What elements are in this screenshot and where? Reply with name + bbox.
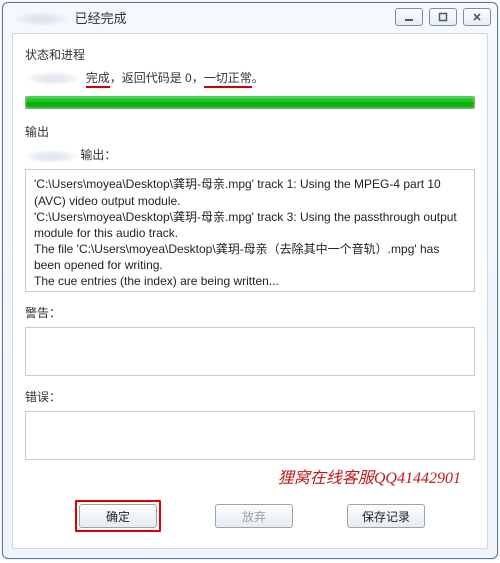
- status-obscured: [27, 72, 79, 85]
- title-obscured: [15, 12, 69, 26]
- client-area: 状态和进程 完成，返回代码是 0，一切正常。 输出 输出： 'C:\Users\…: [12, 33, 488, 549]
- close-button[interactable]: [463, 8, 491, 26]
- save-log-button-label: 保存记录: [362, 508, 410, 525]
- warn-textarea[interactable]: [25, 327, 475, 376]
- watermark-text: 狸窝在线客服QQ41442901: [25, 460, 475, 488]
- titlebar: 已经完成: [3, 3, 497, 31]
- warn-section-label: 警告：: [25, 304, 475, 321]
- button-row: 确定 放弃 保存记录: [25, 488, 475, 536]
- output-head-suffix: 输出：: [77, 148, 116, 162]
- output-head-obscured: [25, 150, 77, 163]
- status-tail: 。: [252, 71, 264, 85]
- status-done: 完成: [86, 71, 110, 88]
- maximize-icon: [438, 12, 448, 22]
- minimize-button[interactable]: [395, 8, 423, 26]
- status-ok: 一切正常: [204, 71, 252, 88]
- output-section-label: 输出: [25, 123, 475, 140]
- err-section-label: 错误：: [25, 388, 475, 405]
- maximize-button[interactable]: [429, 8, 457, 26]
- ok-button[interactable]: 确定: [79, 504, 157, 528]
- status-section-label: 状态和进程: [25, 46, 475, 63]
- status-mid: ，返回代码是 0，: [110, 71, 204, 85]
- err-textarea[interactable]: [25, 411, 475, 460]
- save-log-button[interactable]: 保存记录: [347, 504, 425, 528]
- window-title: 已经完成: [9, 8, 395, 27]
- output-textarea[interactable]: 'C:\Users\moyea\Desktop\龚玥-母亲.mpg' track…: [25, 169, 475, 292]
- ok-highlight-frame: 确定: [75, 500, 161, 532]
- output-head: 输出：: [25, 146, 475, 163]
- window-title-text: 已经完成: [75, 11, 127, 26]
- dialog-window: 已经完成 状态和进程 完成，返回代码是 0，一切正常。 输出 输出： 'C:\U…: [2, 2, 498, 559]
- abort-button-label: 放弃: [242, 508, 266, 525]
- abort-button[interactable]: 放弃: [215, 504, 293, 528]
- output-text: 'C:\Users\moyea\Desktop\龚玥-母亲.mpg' track…: [26, 170, 474, 292]
- close-icon: [472, 12, 482, 22]
- ok-button-label: 确定: [106, 508, 130, 525]
- progress-bar: [25, 96, 475, 109]
- status-line: 完成，返回代码是 0，一切正常。: [27, 69, 475, 86]
- window-controls: [395, 8, 491, 26]
- minimize-icon: [404, 12, 414, 22]
